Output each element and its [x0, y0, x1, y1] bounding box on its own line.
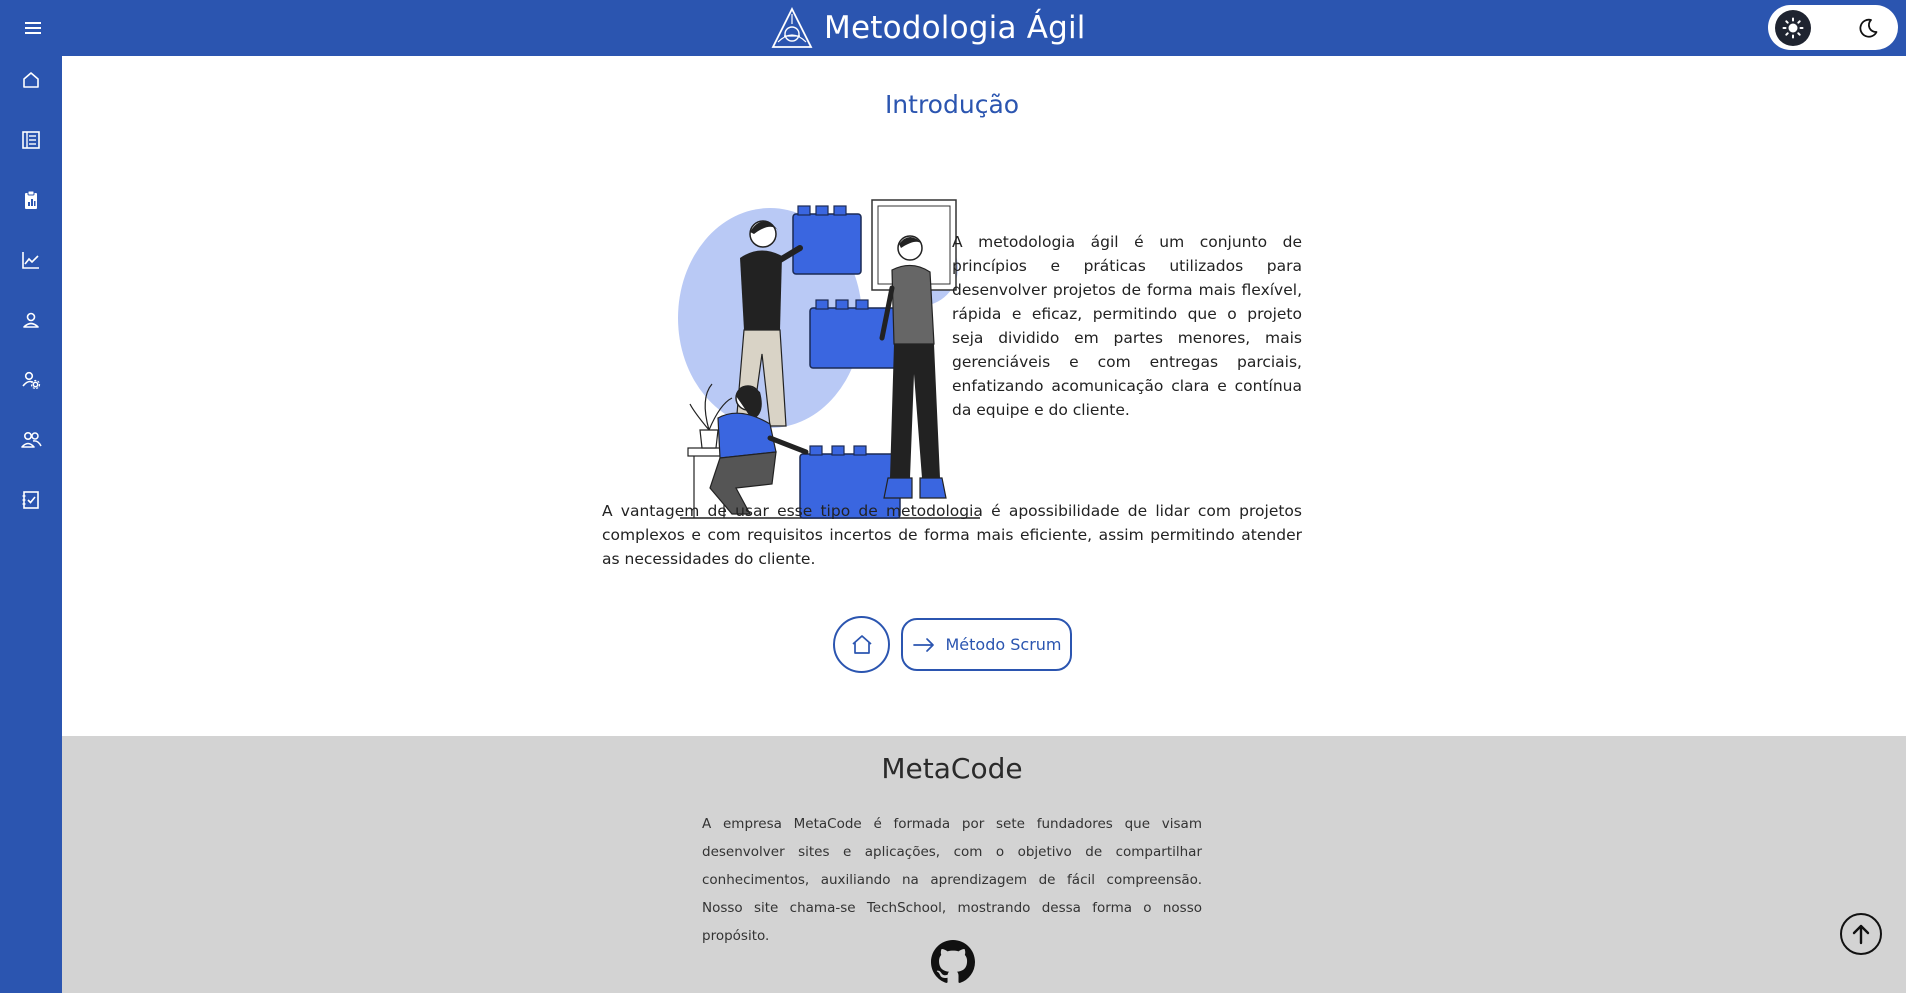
home-icon: [23, 72, 39, 88]
users-icon: [21, 431, 42, 448]
sidebar-item-user[interactable]: [15, 304, 47, 336]
next-scrum-label: Método Scrum: [945, 635, 1062, 654]
top-bar: Metodologia Ágil: [0, 0, 1906, 56]
home-icon: [851, 634, 872, 654]
sun-icon[interactable]: [1775, 10, 1811, 46]
user-icon: [23, 312, 39, 328]
line-chart-icon: [22, 252, 39, 269]
user-settings-icon: [22, 371, 41, 390]
github-icon[interactable]: [931, 940, 975, 984]
intro-paragraph: A metodologia ágil é um conjunto de prin…: [952, 233, 1302, 419]
triangle-logo-icon: [771, 6, 813, 48]
sidebar-item-user-settings[interactable]: [15, 364, 47, 396]
arrow-up-circle-icon: [1852, 924, 1870, 945]
sidebar-item-content[interactable]: [15, 124, 47, 156]
page-title: Metodologia Ágil: [824, 10, 1086, 46]
sidebar-item-charts[interactable]: [15, 244, 47, 276]
team-building-blocks-illustration: [678, 199, 980, 519]
sidebar: [0, 56, 62, 993]
checklist-icon: [22, 491, 39, 509]
home-button[interactable]: [833, 616, 890, 673]
footer-title: MetaCode: [881, 752, 1023, 785]
clipboard-chart-icon: [25, 190, 37, 209]
moon-icon[interactable]: [1850, 10, 1886, 46]
sidebar-item-team[interactable]: [15, 424, 47, 456]
theme-toggle[interactable]: [1768, 5, 1898, 50]
sidebar-item-tasks[interactable]: [15, 484, 47, 516]
list-document-icon: [22, 131, 40, 149]
brand: Metodologia Ágil: [770, 4, 1086, 52]
footer-description: A empresa MetaCode é formada por sete fu…: [702, 816, 1202, 944]
sidebar-item-home[interactable]: [15, 64, 47, 96]
section-title: Introdução: [884, 90, 1020, 119]
advantage-paragraph: A vantagem de usar esse tipo de metodolo…: [602, 502, 1302, 568]
footer: MetaCode A empresa MetaCode é formada po…: [62, 736, 1906, 993]
scroll-top-button[interactable]: [1840, 913, 1882, 955]
arrow-right-icon: [912, 637, 934, 652]
next-scrum-button[interactable]: Método Scrum: [901, 618, 1072, 671]
sidebar-item-reports[interactable]: [15, 184, 47, 216]
main-content: Introdução A metodologia ágil é um conju…: [62, 56, 1906, 736]
hamburger-icon[interactable]: [18, 17, 48, 39]
